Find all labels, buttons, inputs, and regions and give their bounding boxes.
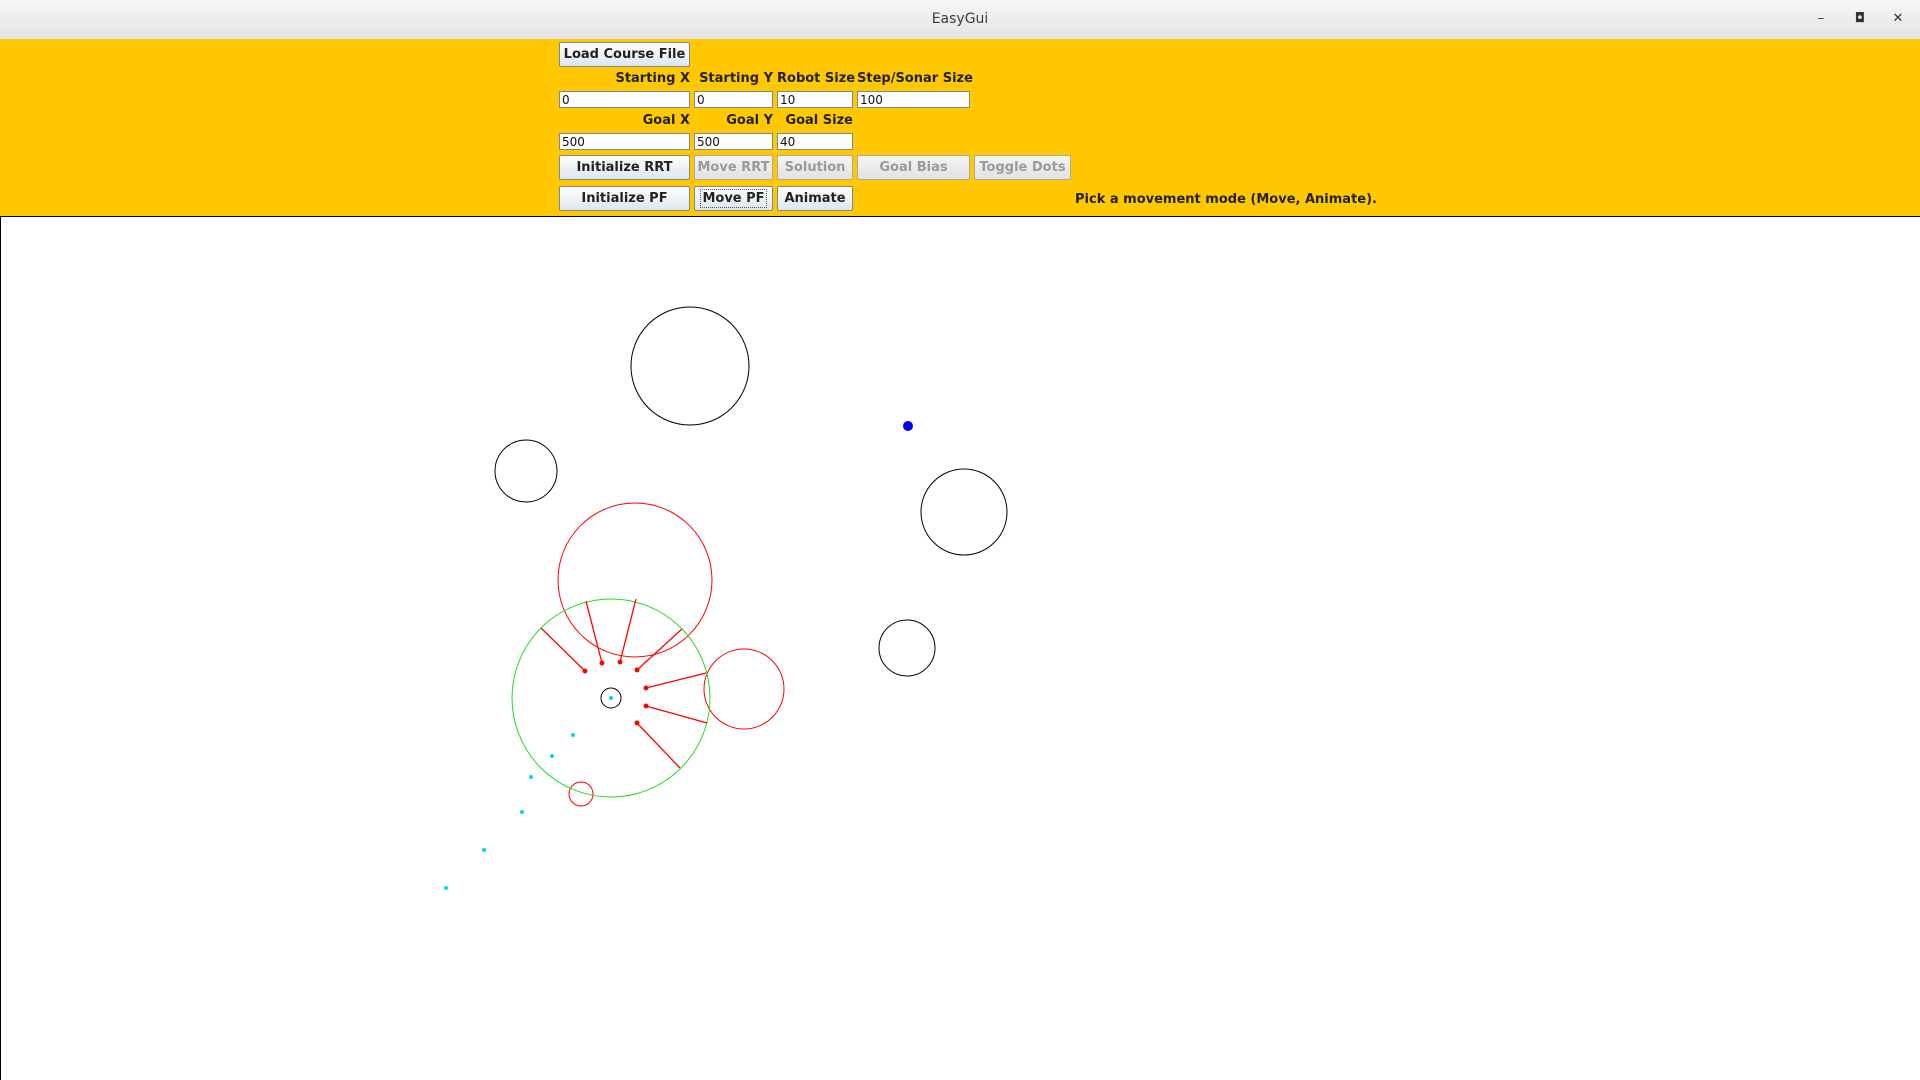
starting-y-field[interactable] bbox=[694, 91, 773, 108]
sonar-hit-dot bbox=[582, 668, 588, 674]
starting-x-label: Starting X bbox=[615, 71, 690, 86]
sonar-hit-dot bbox=[599, 660, 605, 666]
sonar-ray bbox=[636, 628, 683, 671]
solution-button[interactable]: Solution bbox=[777, 155, 853, 180]
trail-dot bbox=[482, 848, 486, 852]
sonar-rays bbox=[540, 598, 708, 769]
obstacle-circle bbox=[878, 619, 936, 677]
trail-dot bbox=[444, 886, 448, 890]
goal-y-label: Goal Y bbox=[726, 113, 773, 128]
sonar-ray bbox=[585, 600, 603, 664]
goal-marker bbox=[903, 421, 913, 431]
path-trail bbox=[444, 696, 613, 890]
sonar-ray bbox=[636, 722, 681, 769]
initialize-pf-button[interactable]: Initialize PF bbox=[559, 186, 690, 211]
goal-y-field[interactable] bbox=[694, 133, 773, 150]
trail-dot bbox=[550, 754, 554, 758]
detected-obstacle-circle bbox=[557, 502, 713, 658]
detected-obstacle-circle bbox=[568, 781, 594, 807]
obstacle-circle bbox=[630, 306, 750, 426]
goal-size-field[interactable] bbox=[777, 133, 853, 150]
detected-obstacle-circle bbox=[703, 648, 785, 730]
status-message: Pick a movement mode (Move, Animate). bbox=[1075, 192, 1377, 207]
move-pf-button[interactable]: Move PF bbox=[694, 186, 773, 211]
window-title: EasyGui bbox=[931, 11, 989, 27]
load-course-file-button[interactable]: Load Course File bbox=[559, 42, 690, 67]
sonar-hit-dot bbox=[617, 659, 623, 665]
sonar-hit-dot bbox=[643, 685, 649, 691]
sonar-hit-dot bbox=[634, 667, 640, 673]
sonar-hit-dot bbox=[634, 720, 640, 726]
obstacle-circle bbox=[494, 439, 558, 503]
trail-dot bbox=[571, 733, 575, 737]
sonar-hit-dot bbox=[643, 703, 649, 709]
animate-button[interactable]: Animate bbox=[777, 186, 853, 211]
sonar-ray bbox=[540, 627, 586, 672]
goal-x-label: Goal X bbox=[642, 113, 690, 128]
starting-y-label: Starting Y bbox=[699, 71, 773, 86]
step-sonar-size-field[interactable] bbox=[857, 91, 970, 108]
goal-size-label: Goal Size bbox=[785, 113, 853, 128]
goal-bias-button[interactable]: Goal Bias bbox=[857, 155, 970, 180]
trail-dot bbox=[609, 696, 613, 700]
control-panel: Load Course File Starting X Starting Y R… bbox=[0, 39, 1920, 217]
toggle-dots-button[interactable]: Toggle Dots bbox=[974, 155, 1071, 180]
sonar-ray bbox=[645, 672, 707, 689]
obstacle-circle bbox=[920, 468, 1008, 556]
trail-dot bbox=[529, 775, 533, 779]
robot-size-field[interactable] bbox=[777, 91, 853, 108]
minimize-icon[interactable]: – bbox=[1811, 9, 1831, 29]
window-title-bar: EasyGui – ◘ ✕ bbox=[0, 0, 1920, 40]
maximize-icon[interactable]: ◘ bbox=[1850, 9, 1870, 29]
starting-x-field[interactable] bbox=[559, 91, 690, 108]
robot-size-label: Robot Size bbox=[777, 71, 856, 86]
trail-dot bbox=[520, 810, 524, 814]
goal-x-field[interactable] bbox=[559, 133, 690, 150]
move-rrt-button[interactable]: Move RRT bbox=[694, 155, 773, 180]
initialize-rrt-button[interactable]: Initialize RRT bbox=[559, 155, 690, 180]
step-sonar-size-label: Step/Sonar Size bbox=[857, 71, 973, 86]
close-icon[interactable]: ✕ bbox=[1888, 9, 1908, 29]
sonar-ray bbox=[645, 705, 708, 724]
course-drawing bbox=[444, 306, 1008, 890]
sonar-ray bbox=[619, 598, 637, 663]
simulation-canvas[interactable] bbox=[0, 217, 1920, 1080]
